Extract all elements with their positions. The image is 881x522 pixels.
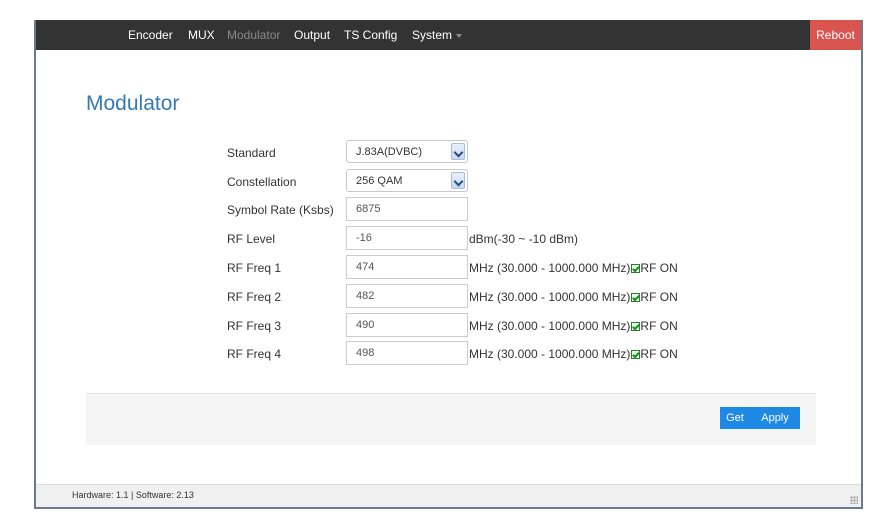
version-info: Hardware: 1.1 | Software: 2.13 [72, 490, 194, 500]
rf-level-label: RF Level [227, 232, 276, 246]
rf-freq-3-unit: MHz (30.000 - 1000.000 MHz) [469, 319, 631, 333]
constellation-value: 256 QAM [356, 175, 403, 187]
chevron-down-icon [456, 33, 463, 38]
reboot-button[interactable]: Reboot [810, 20, 861, 50]
nav-mux[interactable]: MUX [188, 20, 215, 50]
rf-freq-1-label: RF Freq 1 [227, 261, 282, 275]
nav-output[interactable]: Output [294, 20, 330, 50]
page-title: Modulator [86, 92, 180, 115]
rf-freq-1-unit-row: MHz (30.000 - 1000.000 MHz) RF ON [469, 261, 678, 275]
rf-freq-2-input[interactable]: 482 [346, 284, 468, 308]
browser-frame: Encoder MUX Modulator Output TS Config S… [34, 20, 863, 509]
rf-freq-2-label: RF Freq 2 [227, 290, 282, 304]
constellation-label: Constellation [227, 175, 297, 189]
rf-freq-3-input[interactable]: 490 [346, 313, 468, 337]
rf-freq-3-unit-row: MHz (30.000 - 1000.000 MHz) RF ON [469, 319, 678, 333]
apply-button[interactable]: Apply [750, 407, 800, 429]
nav-modulator[interactable]: Modulator [227, 20, 280, 50]
rf-freq-4-label: RF Freq 4 [227, 347, 282, 361]
rf-on-1-checkbox[interactable] [631, 264, 641, 273]
nav-encoder[interactable]: Encoder [128, 20, 173, 50]
resize-grip-icon[interactable] [850, 496, 858, 504]
standard-select[interactable]: J.83A(DVBC) [346, 140, 468, 163]
rf-freq-2-unit-row: MHz (30.000 - 1000.000 MHz) RF ON [469, 290, 678, 304]
nav-system[interactable]: System [412, 20, 463, 50]
get-button[interactable]: Get [720, 407, 750, 429]
rf-on-3-label: RF ON [640, 319, 678, 333]
rf-on-3-checkbox[interactable] [631, 322, 641, 331]
chevron-down-icon [451, 143, 465, 160]
rf-freq-4-input[interactable]: 498 [346, 341, 468, 365]
status-bar: Hardware: 1.1 | Software: 2.13 [36, 484, 861, 507]
rf-freq-4-unit: MHz (30.000 - 1000.000 MHz) [469, 347, 631, 361]
rf-level-unit: dBm(-30 ~ -10 dBm) [469, 232, 579, 246]
constellation-select[interactable]: 256 QAM [346, 169, 468, 192]
standard-label: Standard [227, 146, 276, 160]
form-actions-panel [86, 393, 816, 445]
rf-freq-1-input[interactable]: 474 [346, 255, 468, 279]
rf-on-4-checkbox[interactable] [631, 350, 641, 359]
top-navbar: Encoder MUX Modulator Output TS Config S… [36, 20, 861, 50]
rf-freq-1-unit: MHz (30.000 - 1000.000 MHz) [469, 261, 631, 275]
symbol-rate-label: Symbol Rate (Ksbs) [227, 203, 334, 217]
rf-on-2-label: RF ON [640, 290, 678, 304]
rf-on-2-checkbox[interactable] [631, 293, 641, 302]
rf-freq-4-unit-row: MHz (30.000 - 1000.000 MHz) RF ON [469, 347, 678, 361]
rf-level-input[interactable]: -16 [346, 226, 468, 250]
symbol-rate-input[interactable]: 6875 [346, 197, 468, 221]
standard-value: J.83A(DVBC) [356, 146, 423, 158]
nav-system-label: System [412, 28, 453, 42]
rf-on-1-label: RF ON [640, 261, 678, 275]
rf-freq-3-label: RF Freq 3 [227, 319, 282, 333]
chevron-down-icon [451, 172, 465, 189]
rf-on-4-label: RF ON [640, 347, 678, 361]
rf-freq-2-unit: MHz (30.000 - 1000.000 MHz) [469, 290, 631, 304]
nav-ts-config[interactable]: TS Config [344, 20, 397, 50]
